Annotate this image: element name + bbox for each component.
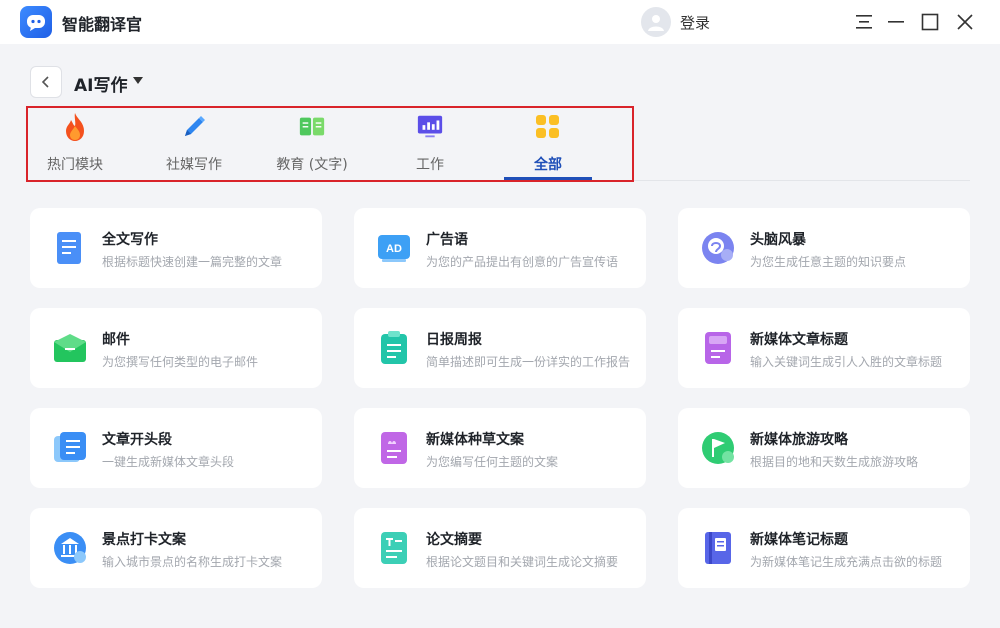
svg-text:AD: AD bbox=[386, 243, 402, 255]
highlight-box bbox=[26, 106, 634, 182]
card-description: 简单描述即可生成一份详实的工作报告 bbox=[426, 355, 631, 369]
notebook-icon bbox=[700, 530, 736, 566]
user-avatar[interactable] bbox=[641, 7, 671, 37]
card-opening-paragraph[interactable]: 文章开头段 一键生成新媒体文章头段 bbox=[30, 408, 322, 488]
card-note-title[interactable]: 新媒体笔记标题 为新媒体笔记生成充满点击欲的标题 bbox=[678, 508, 970, 588]
card-title: 新媒体文章标题 bbox=[750, 332, 848, 348]
card-email[interactable]: 邮件 为您撰写任何类型的电子邮件 bbox=[30, 308, 322, 388]
chevron-left-icon bbox=[41, 76, 49, 88]
user-icon bbox=[648, 15, 664, 31]
hamburger-menu-icon bbox=[856, 15, 872, 29]
ad-icon: AD bbox=[376, 230, 412, 266]
app-title: 智能翻译官 bbox=[62, 15, 143, 34]
card-full-article[interactable]: 全文写作 根据标题快速创建一篇完整的文章 bbox=[30, 208, 322, 288]
sprout-icon bbox=[376, 430, 412, 466]
card-description: 输入关键词生成引人入胜的文章标题 bbox=[750, 355, 943, 369]
minimize-button[interactable] bbox=[884, 10, 908, 34]
card-slogan[interactable]: AD 广告语 为您的产品提出有创意的广告宣传语 bbox=[354, 208, 646, 288]
card-title: 新媒体笔记标题 bbox=[750, 532, 848, 548]
card-description: 为您生成任意主题的知识要点 bbox=[750, 255, 907, 269]
maximize-icon bbox=[921, 13, 939, 31]
close-button[interactable] bbox=[953, 10, 977, 34]
login-link[interactable]: 登录 bbox=[680, 12, 710, 33]
card-title: 头脑风暴 bbox=[750, 232, 806, 248]
landmark-icon bbox=[52, 530, 88, 566]
document-icon bbox=[52, 230, 88, 266]
title-icon bbox=[700, 330, 736, 366]
card-travel-guide[interactable]: 新媒体旅游攻略 根据目的地和天数生成旅游攻略 bbox=[678, 408, 970, 488]
paragraph-icon bbox=[52, 430, 88, 466]
card-title: 日报周报 bbox=[426, 332, 482, 348]
mail-icon bbox=[52, 330, 88, 366]
card-daily-weekly-report[interactable]: 日报周报 简单描述即可生成一份详实的工作报告 bbox=[354, 308, 646, 388]
back-button[interactable] bbox=[30, 66, 62, 98]
card-description: 根据目的地和天数生成旅游攻略 bbox=[750, 455, 919, 469]
chat-bubble-icon bbox=[27, 15, 45, 31]
card-seeding-copy[interactable]: 新媒体种草文案 为您编写任何主题的文案 bbox=[354, 408, 646, 488]
maximize-button[interactable] bbox=[918, 10, 942, 34]
card-title: 全文写作 bbox=[102, 232, 158, 248]
card-brainstorm[interactable]: 头脑风暴 为您生成任意主题的知识要点 bbox=[678, 208, 970, 288]
card-article-title[interactable]: 新媒体文章标题 输入关键词生成引人入胜的文章标题 bbox=[678, 308, 970, 388]
card-scenic-checkin[interactable]: 景点打卡文案 输入城市景点的名称生成打卡文案 bbox=[30, 508, 322, 588]
card-description: 为新媒体笔记生成充满点击欲的标题 bbox=[750, 555, 943, 569]
card-description: 一键生成新媒体文章头段 bbox=[102, 455, 235, 469]
card-title: 新媒体种草文案 bbox=[426, 432, 524, 448]
card-title: 文章开头段 bbox=[102, 432, 172, 448]
menu-button[interactable] bbox=[852, 10, 876, 34]
card-title: 广告语 bbox=[426, 232, 468, 248]
card-description: 为您撰写任何类型的电子邮件 bbox=[102, 355, 259, 369]
minimize-icon bbox=[888, 21, 904, 23]
close-icon bbox=[957, 14, 973, 30]
title-bar: 智能翻译官 登录 bbox=[0, 0, 1000, 44]
caret-down-icon[interactable] bbox=[133, 77, 143, 84]
app-logo bbox=[20, 6, 52, 38]
card-description: 为您的产品提出有创意的广告宣传语 bbox=[426, 255, 619, 269]
card-title: 新媒体旅游攻略 bbox=[750, 432, 848, 448]
clipboard-icon bbox=[376, 330, 412, 366]
flag-icon bbox=[700, 430, 736, 466]
card-description: 根据标题快速创建一篇完整的文章 bbox=[102, 255, 283, 269]
card-description: 为您编写任何主题的文案 bbox=[426, 455, 559, 469]
card-title: 邮件 bbox=[102, 332, 130, 348]
card-paper-abstract[interactable]: 论文摘要 根据论文题目和关键词生成论文摘要 bbox=[354, 508, 646, 588]
card-description: 输入城市景点的名称生成打卡文案 bbox=[102, 555, 283, 569]
card-title: 景点打卡文案 bbox=[102, 532, 186, 548]
page-title[interactable]: AI写作 bbox=[74, 71, 127, 96]
card-description: 根据论文题目和关键词生成论文摘要 bbox=[426, 555, 619, 569]
abstract-icon bbox=[376, 530, 412, 566]
brain-icon bbox=[700, 230, 736, 266]
card-title: 论文摘要 bbox=[426, 532, 482, 548]
